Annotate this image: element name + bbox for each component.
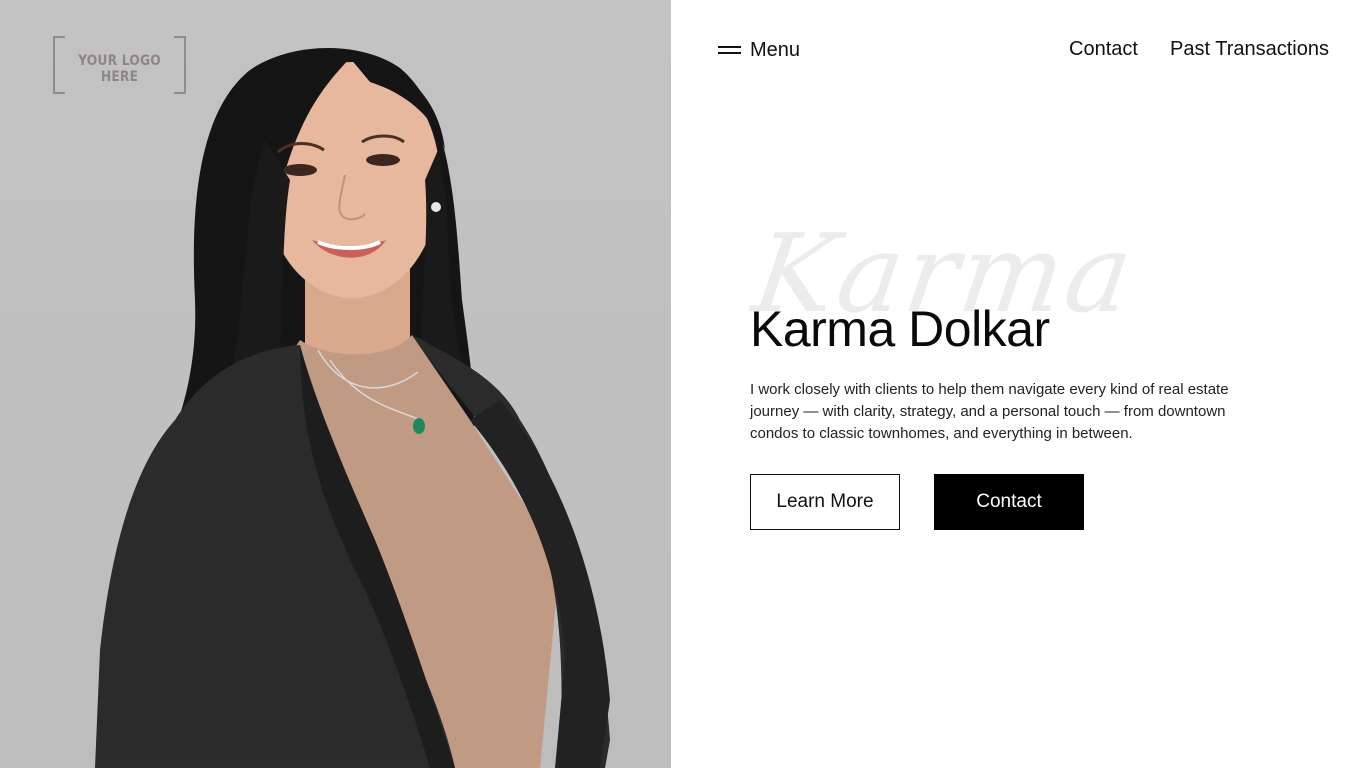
logo-text: YOUR LOGO HERE [78, 53, 161, 85]
agent-portrait [95, 47, 610, 768]
agent-description: I work closely with clients to help them… [750, 381, 1229, 442]
nav-link-past-transactions[interactable]: Past Transactions [1170, 38, 1329, 61]
hamburger-menu-icon [718, 45, 741, 56]
logo[interactable]: YOUR LOGO HERE [53, 36, 186, 94]
logo-bracket-right [174, 36, 186, 94]
learn-more-button[interactable]: Learn More [750, 474, 900, 530]
menu-button[interactable]: Menu [718, 36, 800, 64]
menu-label: Menu [750, 38, 801, 61]
contact-button[interactable]: Contact [934, 474, 1084, 530]
agent-photo: YOUR LOGO HERE [0, 0, 671, 768]
nav-link-contact[interactable]: Contact [1069, 38, 1138, 61]
agent-name-heading: Karma Dolkar [750, 301, 1050, 357]
